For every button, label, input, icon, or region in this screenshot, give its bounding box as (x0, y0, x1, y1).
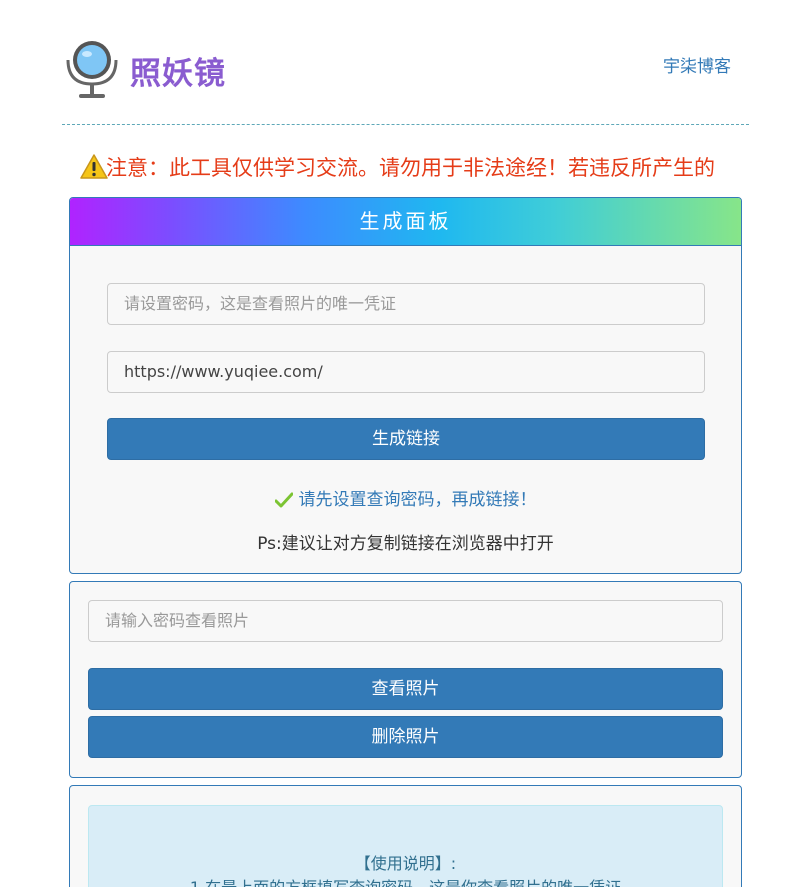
instructions-panel: 【使用说明】: 1.在最上面的方框填写查询密码，这是你查看照片的唯一凭证 (69, 785, 742, 887)
notice-marquee: 注意：此工具仅供学习交流。请勿用于非法途经！若违反所产生的 (80, 150, 756, 186)
warning-icon (80, 154, 108, 179)
ps-note: Ps:建议让对方复制链接在浏览器中打开 (257, 534, 554, 554)
header-divider (62, 124, 749, 125)
generate-panel-title: 生成面板 (70, 198, 741, 246)
blog-link[interactable]: 宇柒博客 (663, 52, 731, 77)
set-password-input[interactable]: 请设置密码，这是查看照片的唯一凭证 (107, 283, 705, 325)
instructions-title: 【使用说明】: (354, 854, 457, 873)
view-panel: 请输入密码查看照片 查看照片 删除照片 (69, 581, 742, 778)
generate-link-button[interactable]: 生成链接 (107, 418, 705, 460)
generate-panel: 生成面板 请设置密码，这是查看照片的唯一凭证 https://www.yuqie… (69, 197, 742, 574)
instructions-box: 【使用说明】: 1.在最上面的方框填写查询密码，这是你查看照片的唯一凭证 (88, 805, 723, 887)
header: 照妖镜 宇柒博客 (62, 38, 749, 108)
tip-text: 请先设置查询密码，再成链接！ (298, 490, 537, 510)
check-icon (274, 492, 293, 508)
site-title: 照妖镜 (130, 56, 226, 92)
view-photo-button[interactable]: 查看照片 (88, 668, 723, 710)
view-password-input[interactable]: 请输入密码查看照片 (88, 600, 723, 642)
target-url-input[interactable]: https://www.yuqiee.com/ (107, 351, 705, 393)
mirror-logo-icon (66, 41, 118, 98)
instructions-line-1: 1.在最上面的方框填写查询密码，这是你查看照片的唯一凭证 (89, 874, 722, 887)
tip-message: 请先设置查询密码，再成链接！ (70, 485, 741, 510)
notice-text: 注意：此工具仅供学习交流。请勿用于非法途经！若违反所产生的 (106, 156, 715, 180)
delete-photo-button[interactable]: 删除照片 (88, 716, 723, 758)
